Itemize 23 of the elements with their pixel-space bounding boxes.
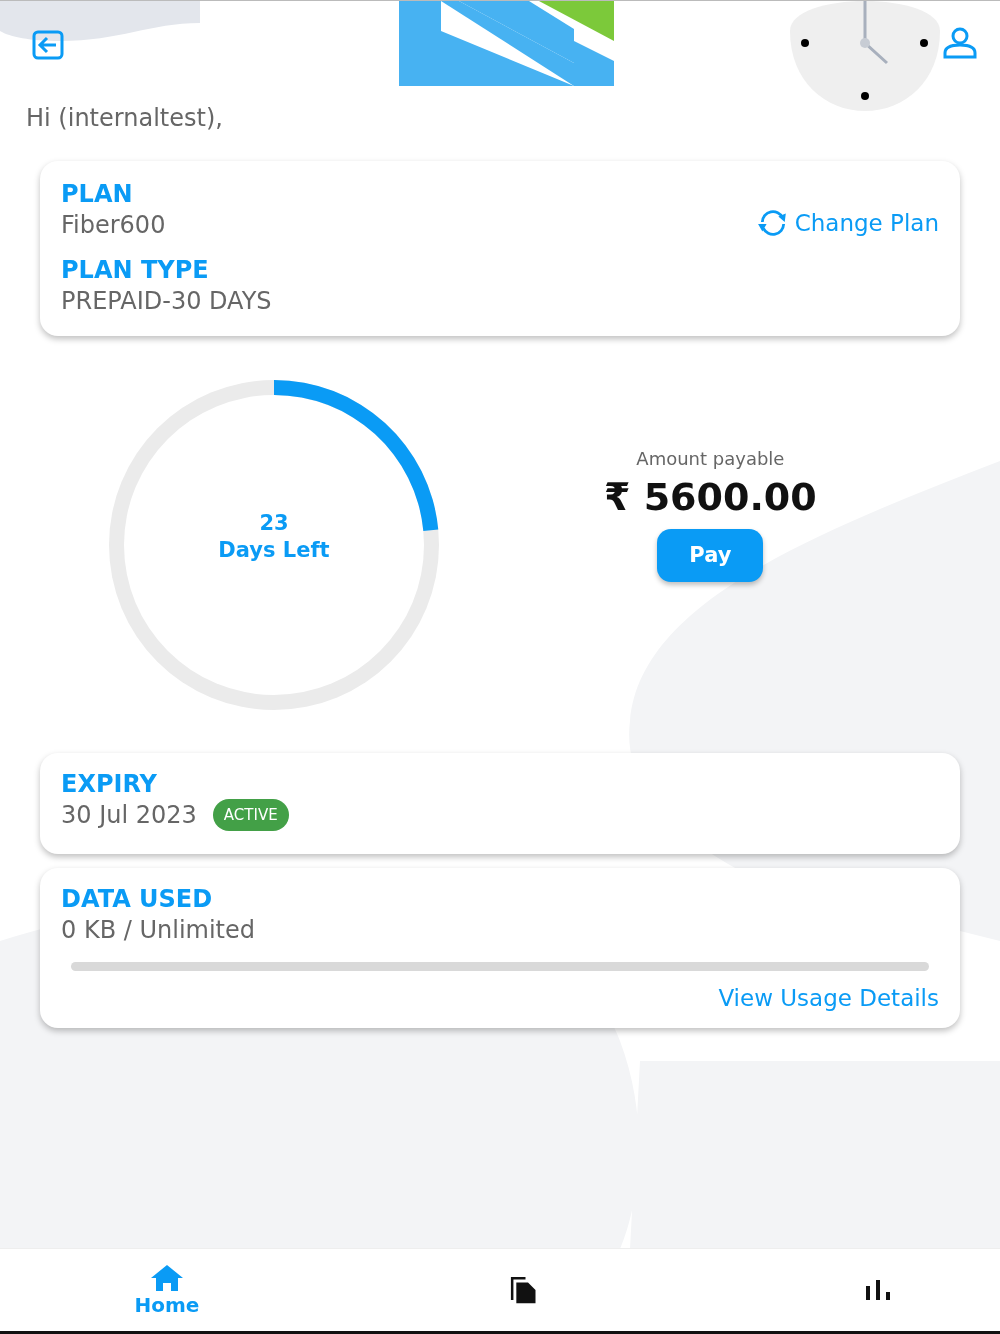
- days-label: Days Left: [218, 536, 330, 564]
- status-badge: ACTIVE: [212, 799, 289, 831]
- amount-value: ₹ 5600.00: [604, 474, 817, 519]
- change-plan-link[interactable]: Change Plan: [756, 209, 939, 237]
- days-count: 23: [259, 509, 289, 537]
- data-used-value: 0 KB / Unlimited: [61, 915, 256, 946]
- greeting-text: Hi (internaltest),: [26, 103, 224, 134]
- plan-type-value: PREPAID-30 DAYS: [61, 286, 272, 317]
- amount-label: Amount payable: [636, 447, 785, 469]
- refresh-icon: [756, 209, 789, 237]
- view-usage-link[interactable]: View Usage Details: [718, 985, 939, 1011]
- profile-icon[interactable]: [943, 27, 977, 59]
- data-used-label: DATA USED: [61, 884, 214, 914]
- pay-button[interactable]: Pay: [657, 528, 764, 582]
- bar-chart-icon: [865, 1280, 891, 1300]
- plan-name: Fiber600: [61, 210, 167, 241]
- logout-icon[interactable]: [32, 30, 64, 60]
- plan-type-label: PLAN TYPE: [61, 255, 210, 285]
- home-icon: [150, 1263, 184, 1293]
- plan-label: PLAN: [61, 179, 134, 209]
- expiry-label: EXPIRY: [61, 769, 158, 799]
- expiry-date: 30 Jul 2023: [61, 800, 197, 831]
- nav-tab[interactable]: Home: [125, 1249, 209, 1331]
